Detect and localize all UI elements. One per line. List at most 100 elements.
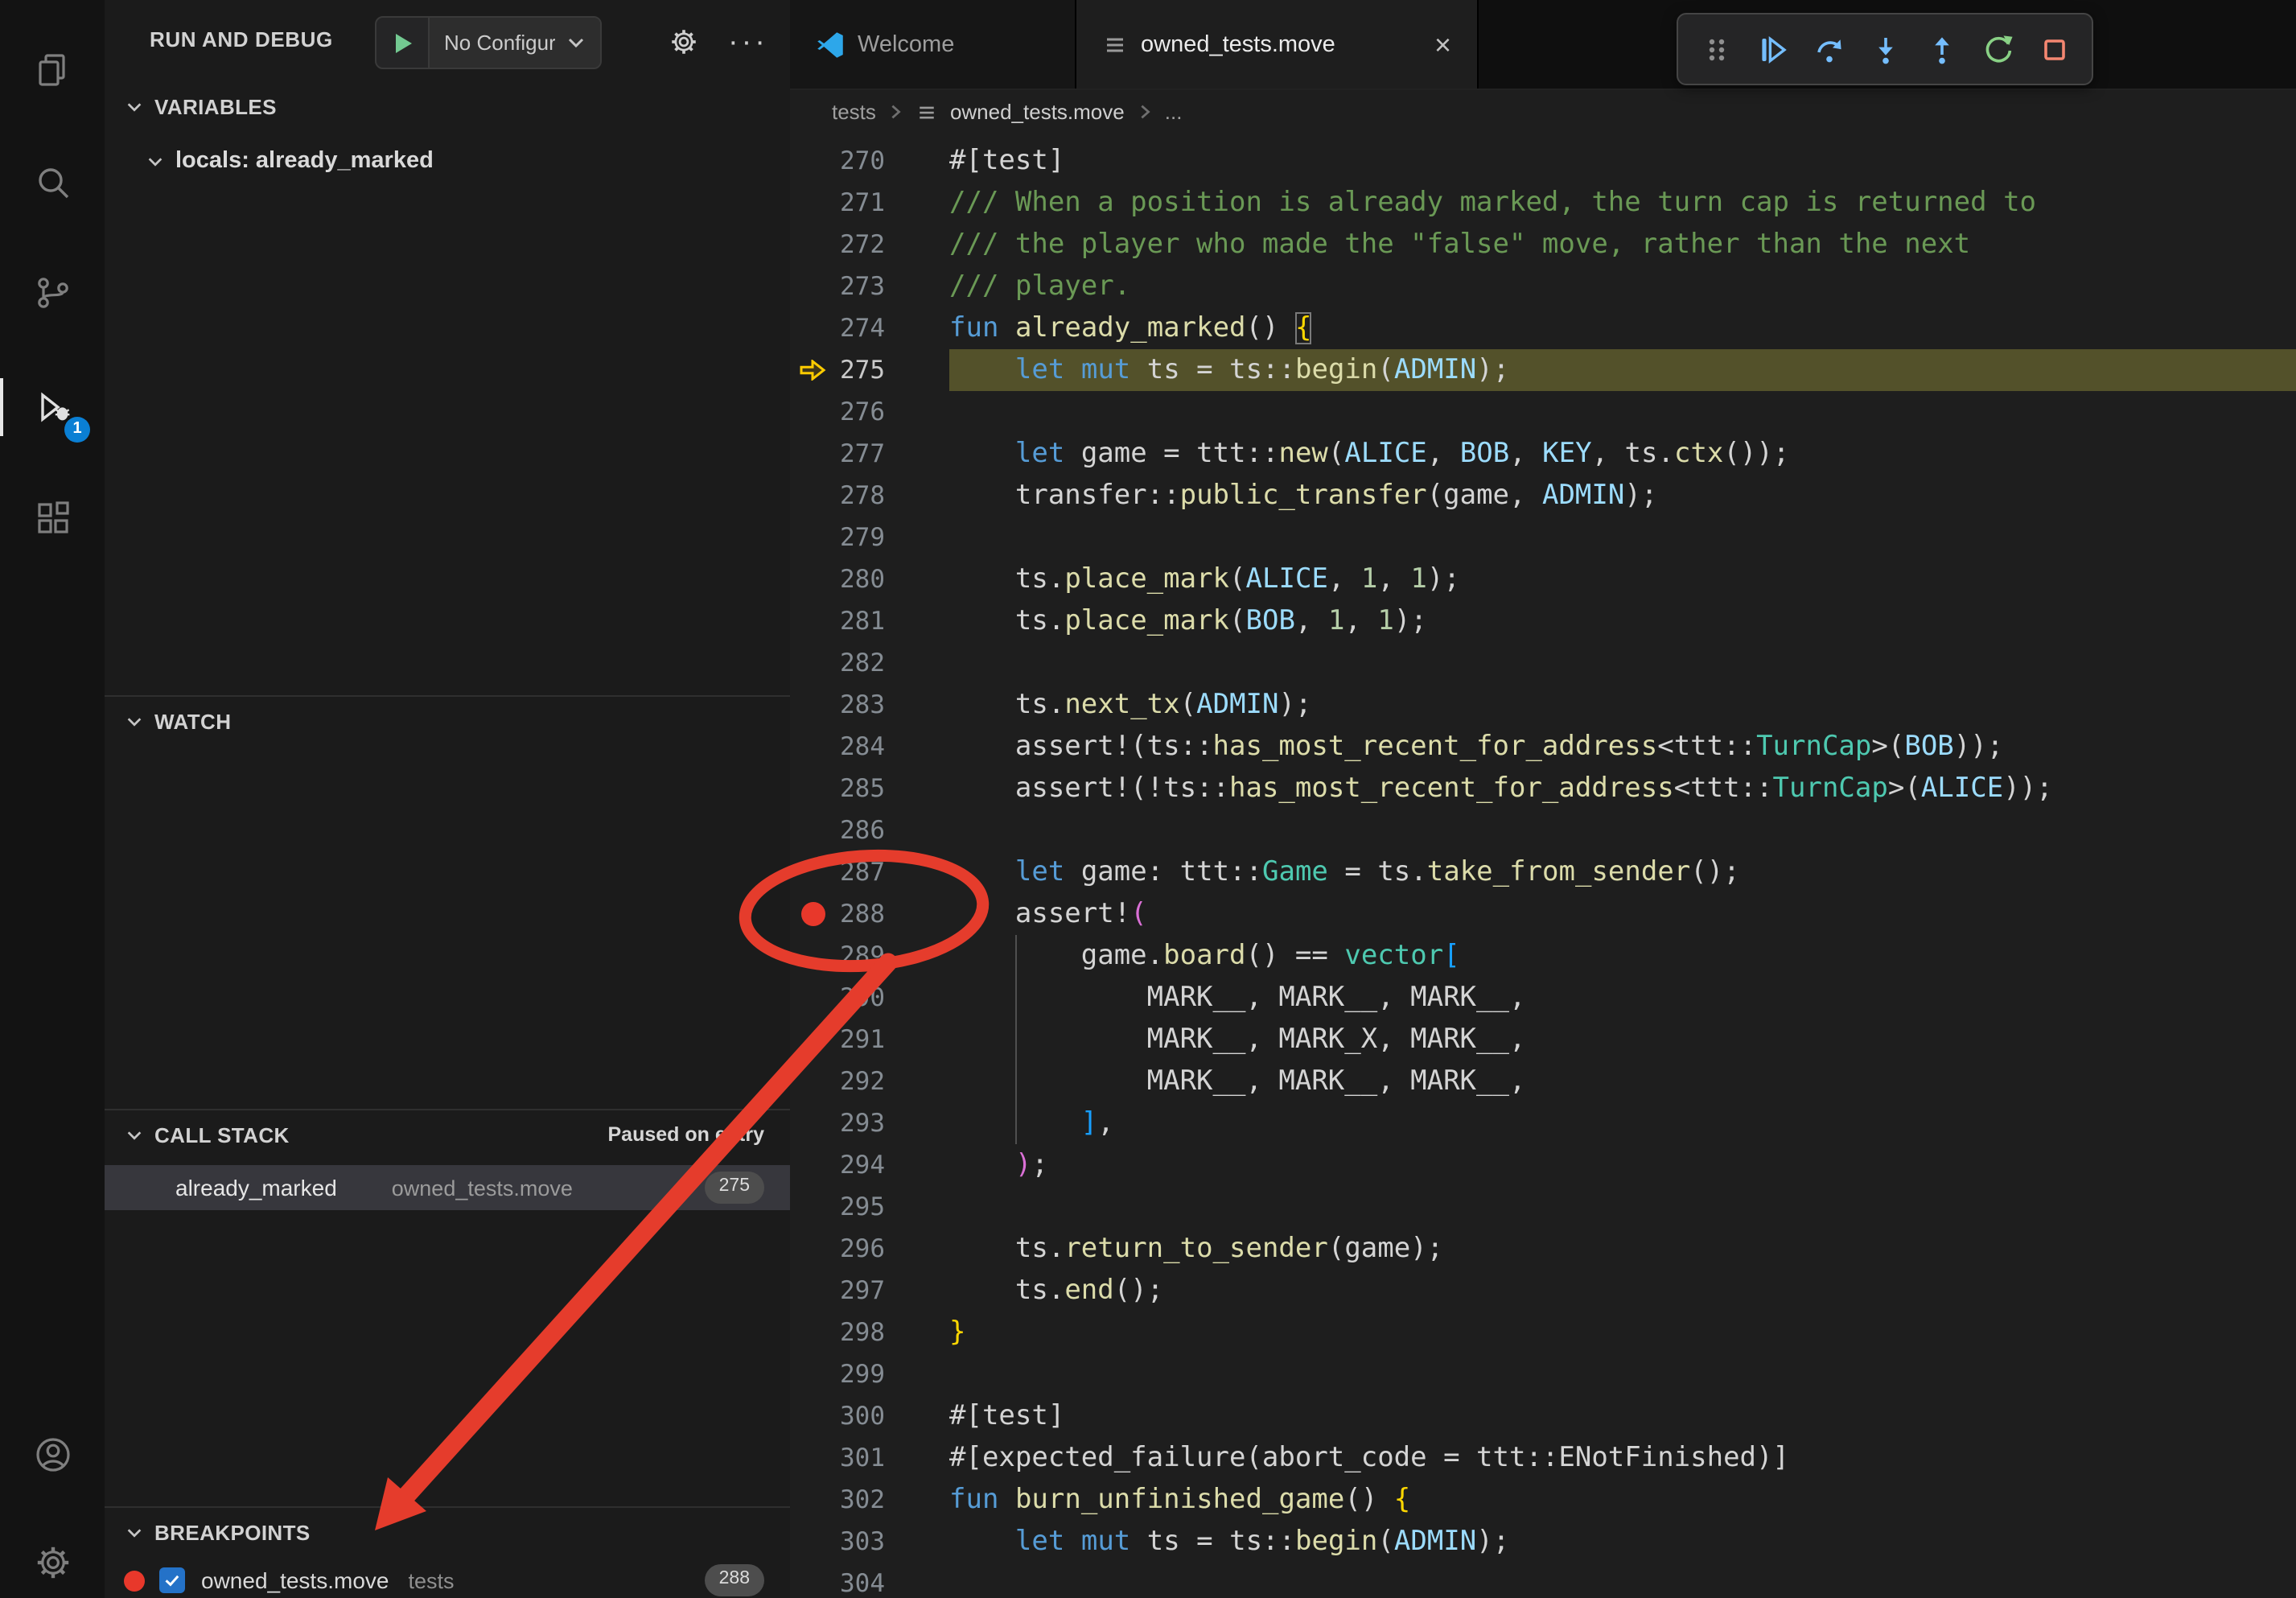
code-line[interactable]: 274fun already_marked() {	[790, 307, 2296, 349]
code-line[interactable]: 285 assert!(!ts::has_most_recent_for_add…	[790, 768, 2296, 809]
activity-item-source-control[interactable]	[0, 257, 105, 328]
breakpoints-section-header[interactable]: BREAKPOINTS	[105, 1508, 790, 1556]
code-line[interactable]: 280 ts.place_mark(ALICE, 1, 1);	[790, 558, 2296, 600]
step-into-icon	[1869, 33, 1901, 65]
variables-scope-row[interactable]: locals: already_marked	[105, 140, 790, 182]
line-number[interactable]: 301	[790, 1437, 949, 1479]
line-number[interactable]: 272	[790, 224, 949, 266]
start-debug-button[interactable]	[376, 18, 430, 68]
code-line[interactable]: 271/// When a position is already marked…	[790, 182, 2296, 224]
code-line[interactable]: 286	[790, 809, 2296, 851]
line-number[interactable]: 303	[790, 1521, 949, 1563]
tab-owned-tests-move[interactable]: owned_tests.move ×	[1076, 0, 1479, 89]
code-line[interactable]: 298}	[790, 1312, 2296, 1353]
code-line[interactable]: 303 let mut ts = ts::begin(ADMIN);	[790, 1521, 2296, 1563]
code-line[interactable]: 296 ts.return_to_sender(game);	[790, 1228, 2296, 1270]
line-number[interactable]: 285	[790, 768, 949, 809]
line-number[interactable]: 287	[790, 851, 949, 893]
line-number[interactable]: 291	[790, 1019, 949, 1061]
call-stack-frame[interactable]: already_marked owned_tests.move 275	[105, 1165, 790, 1210]
code-line[interactable]: 294 );	[790, 1144, 2296, 1186]
stop-button[interactable]	[2026, 21, 2082, 77]
line-number[interactable]: 281	[790, 600, 949, 642]
code-line[interactable]: 276	[790, 391, 2296, 433]
code-line[interactable]: 299	[790, 1353, 2296, 1395]
code-line[interactable]: 272/// the player who made the "false" m…	[790, 224, 2296, 266]
code-line[interactable]: 288 assert!(	[790, 893, 2296, 935]
line-number[interactable]: 280	[790, 558, 949, 600]
line-number[interactable]: 302	[790, 1479, 949, 1521]
code-line[interactable]: 302fun burn_unfinished_game() {	[790, 1479, 2296, 1521]
line-number[interactable]: 295	[790, 1186, 949, 1228]
code-line[interactable]: 297 ts.end();	[790, 1270, 2296, 1312]
code-line[interactable]: 300#[test]	[790, 1395, 2296, 1437]
code-line[interactable]: 279	[790, 517, 2296, 558]
debug-settings-button[interactable]	[661, 19, 706, 64]
tab-close-button[interactable]: ×	[1434, 30, 1451, 59]
debug-continue-icon	[1756, 33, 1788, 65]
line-number[interactable]: 294	[790, 1144, 949, 1186]
code-line[interactable]: 304	[790, 1563, 2296, 1598]
line-number[interactable]: 292	[790, 1061, 949, 1102]
call-stack-section-header[interactable]: CALL STACK Paused on entry	[105, 1110, 790, 1159]
restart-button[interactable]	[1969, 21, 2026, 77]
breadcrumb-item-more[interactable]: ...	[1165, 100, 1183, 124]
line-number[interactable]: 277	[790, 433, 949, 475]
config-dropdown[interactable]: No Configur	[430, 18, 601, 68]
line-number[interactable]: 284	[790, 726, 949, 768]
continue-button[interactable]	[1744, 21, 1800, 77]
line-number[interactable]: 283	[790, 684, 949, 726]
code-line[interactable]: 281 ts.place_mark(BOB, 1, 1);	[790, 600, 2296, 642]
line-number[interactable]: 299	[790, 1353, 949, 1395]
line-number[interactable]: 288	[790, 893, 949, 935]
breakpoint-list-item[interactable]: owned_tests.move tests 288	[105, 1559, 790, 1598]
line-number[interactable]: 290	[790, 977, 949, 1019]
line-number[interactable]: 293	[790, 1102, 949, 1144]
more-actions-button[interactable]: ···	[726, 19, 771, 64]
line-number[interactable]: 275	[790, 349, 949, 391]
line-number[interactable]: 278	[790, 475, 949, 517]
breakpoint-dot[interactable]	[801, 902, 825, 926]
activity-item-settings[interactable]	[0, 1527, 105, 1598]
code-line[interactable]: 273/// player.	[790, 266, 2296, 307]
code-line[interactable]: 282	[790, 642, 2296, 684]
line-number[interactable]: 279	[790, 517, 949, 558]
line-number[interactable]: 297	[790, 1270, 949, 1312]
line-number[interactable]: 274	[790, 307, 949, 349]
code-line[interactable]: 283 ts.next_tx(ADMIN);	[790, 684, 2296, 726]
variables-section-header[interactable]: VARIABLES	[105, 82, 790, 130]
line-number[interactable]: 286	[790, 809, 949, 851]
watch-section-header[interactable]: WATCH	[105, 697, 790, 745]
line-number[interactable]: 300	[790, 1395, 949, 1437]
step-out-button[interactable]	[1913, 21, 1969, 77]
line-number[interactable]: 271	[790, 182, 949, 224]
activity-item-search[interactable]	[0, 148, 105, 219]
line-number[interactable]: 298	[790, 1312, 949, 1353]
code-line[interactable]: 270#[test]	[790, 140, 2296, 182]
line-number[interactable]: 304	[790, 1563, 949, 1598]
breadcrumb-item-file[interactable]: owned_tests.move	[950, 100, 1125, 124]
breakpoint-checkbox[interactable]	[159, 1567, 185, 1593]
line-number[interactable]: 270	[790, 140, 949, 182]
code-line[interactable]: 278 transfer::public_transfer(game, ADMI…	[790, 475, 2296, 517]
code-line[interactable]: 301#[expected_failure(abort_code = ttt::…	[790, 1437, 2296, 1479]
line-number[interactable]: 296	[790, 1228, 949, 1270]
code-line[interactable]: 277 let game = ttt::new(ALICE, BOB, KEY,…	[790, 433, 2296, 475]
breadcrumb-item-tests[interactable]: tests	[832, 100, 876, 124]
code-line[interactable]: 287 let game: ttt::Game = ts.take_from_s…	[790, 851, 2296, 893]
toolbar-drag-handle[interactable]	[1688, 21, 1744, 77]
line-number[interactable]: 289	[790, 935, 949, 977]
activity-item-explorer[interactable]	[0, 35, 105, 106]
line-number[interactable]: 276	[790, 391, 949, 433]
code-line[interactable]: 295	[790, 1186, 2296, 1228]
code-line[interactable]: 284 assert!(ts::has_most_recent_for_addr…	[790, 726, 2296, 768]
line-number[interactable]: 273	[790, 266, 949, 307]
tab-welcome[interactable]: Welcome	[790, 0, 1076, 89]
line-number[interactable]: 282	[790, 642, 949, 684]
step-over-button[interactable]	[1800, 21, 1857, 77]
activity-item-extensions[interactable]	[0, 483, 105, 554]
activity-item-account[interactable]	[0, 1419, 105, 1490]
code-line[interactable]: 275 let mut ts = ts::begin(ADMIN);	[790, 349, 2296, 391]
activity-item-run-and-debug[interactable]: 1	[0, 372, 105, 443]
step-into-button[interactable]	[1857, 21, 1913, 77]
